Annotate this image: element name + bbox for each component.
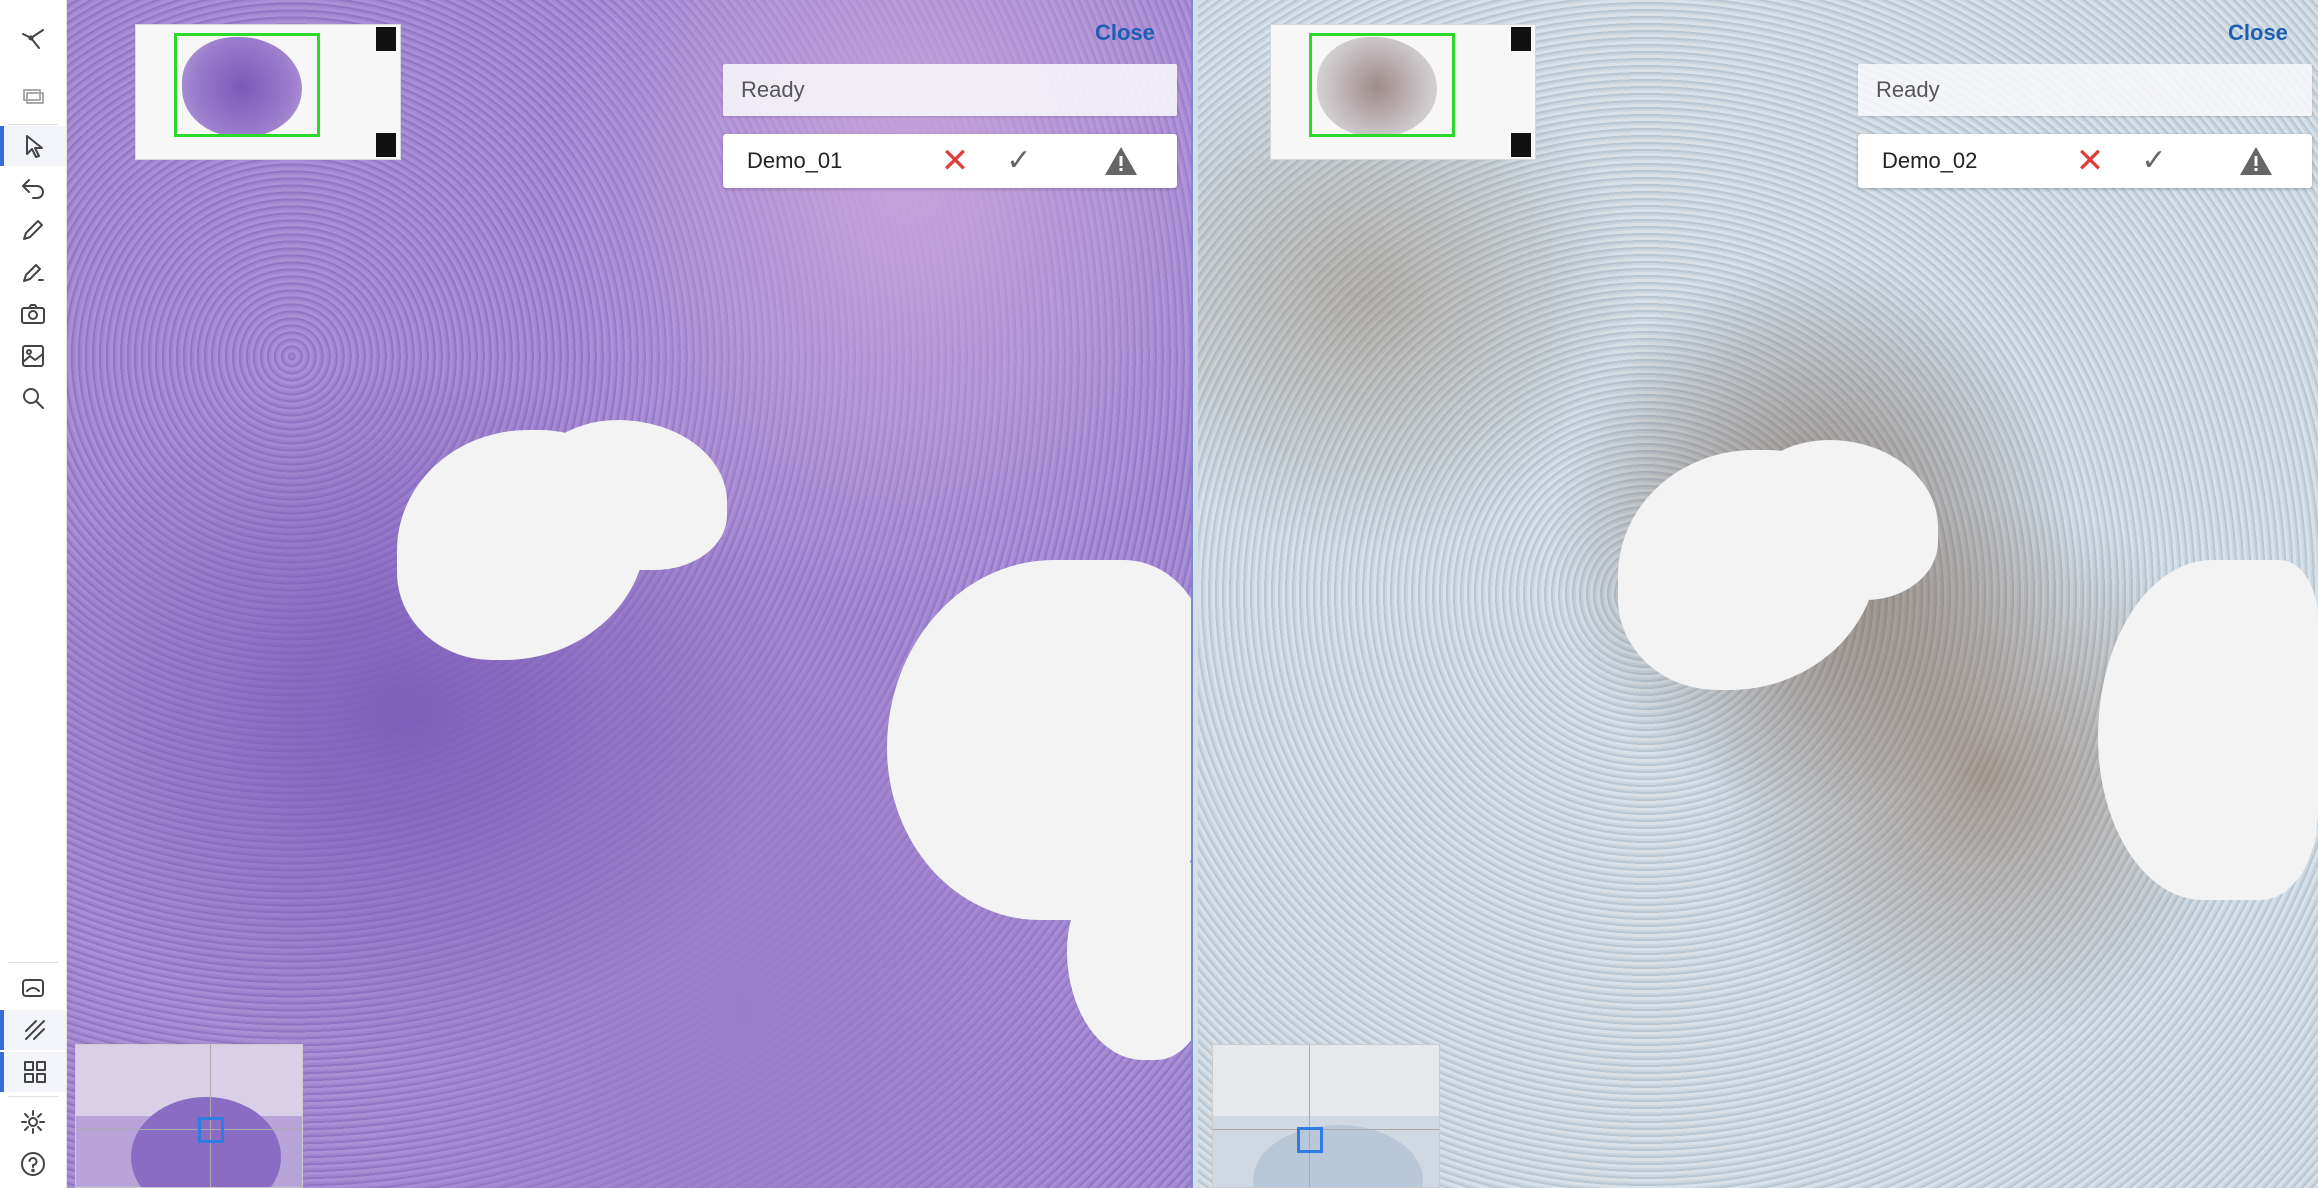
crosshair-vertical [210, 1045, 211, 1187]
pointer-tool-button[interactable] [0, 126, 66, 166]
viewer-split-divider[interactable] [1191, 0, 1198, 1188]
overview-thumbnail[interactable] [1270, 24, 1536, 160]
help-icon [21, 1152, 45, 1176]
warning-icon[interactable] [1103, 145, 1139, 177]
route-icon [22, 29, 44, 49]
gear-icon [21, 1110, 45, 1134]
layers-tool-button[interactable] [0, 76, 66, 116]
overview-icon [22, 979, 44, 997]
overview-thumbnail[interactable] [135, 24, 401, 160]
slide-name: Demo_02 [1882, 148, 1978, 173]
grid-view-button[interactable] [0, 1052, 66, 1092]
warning-icon[interactable] [2238, 145, 2274, 177]
minimap-tissue [1253, 1125, 1423, 1187]
grid-icon [24, 1061, 46, 1083]
ai-pen-icon [23, 264, 44, 282]
tissue-gap-region [2098, 560, 2318, 900]
draw-toggle-icon [25, 1020, 45, 1040]
image-icon [22, 345, 44, 367]
search-icon [23, 388, 44, 409]
reject-icon[interactable]: ✕ [2058, 144, 2122, 178]
right-slide-viewer[interactable]: Close Ready Demo_02 ✕ ✓ [1198, 0, 2318, 1188]
navigator-minimap[interactable] [1212, 1044, 1440, 1188]
pencil-icon [23, 220, 43, 240]
slide-name-bar: Demo_01 ✕ ✓ [723, 134, 1177, 188]
navigator-viewport-box[interactable] [198, 1117, 224, 1143]
layers-icon [23, 89, 44, 104]
slide-name-bar: Demo_02 ✕ ✓ [1858, 134, 2312, 188]
pencil-tool-button[interactable] [0, 210, 66, 250]
crosshair-horizontal [1213, 1129, 1439, 1130]
status-bar: Ready [1858, 64, 2312, 116]
navigator-minimap[interactable] [75, 1044, 303, 1188]
check-icon[interactable]: ✓ [2122, 146, 2186, 176]
close-link[interactable]: Close [2228, 20, 2288, 46]
viewport-frame[interactable] [174, 33, 320, 137]
overview-tool-button[interactable] [0, 968, 66, 1008]
resize-handle[interactable] [1511, 27, 1531, 51]
crosshair-vertical [1309, 1045, 1310, 1187]
viewport-frame[interactable] [1309, 33, 1455, 137]
check-icon[interactable]: ✓ [987, 146, 1051, 176]
left-slide-viewer[interactable]: Close Ready Demo_01 ✕ ✓ [67, 0, 1191, 1188]
resize-handle[interactable] [376, 133, 396, 157]
camera-tool-button[interactable] [0, 294, 66, 334]
image-tool-button[interactable] [0, 336, 66, 376]
pointer-icon [26, 135, 43, 158]
navigator-viewport-box[interactable] [1297, 1127, 1323, 1153]
undo-icon [22, 179, 44, 199]
resize-handle[interactable] [1511, 133, 1531, 157]
ai-pen-tool-button[interactable] [0, 252, 66, 292]
status-bar: Ready [723, 64, 1177, 116]
close-link[interactable]: Close [1095, 20, 1155, 46]
slide-name: Demo_01 [747, 148, 843, 173]
resize-handle[interactable] [376, 27, 396, 51]
settings-button[interactable] [0, 1102, 66, 1142]
left-toolbar [0, 0, 67, 1188]
help-button[interactable] [0, 1144, 66, 1184]
route-tool-button[interactable] [0, 18, 66, 58]
undo-tool-button[interactable] [0, 168, 66, 208]
search-tool-button[interactable] [0, 378, 66, 418]
camera-icon [21, 304, 45, 324]
reject-icon[interactable]: ✕ [923, 144, 987, 178]
crosshair-horizontal [76, 1129, 302, 1130]
draw-toggle-button[interactable] [0, 1010, 66, 1050]
